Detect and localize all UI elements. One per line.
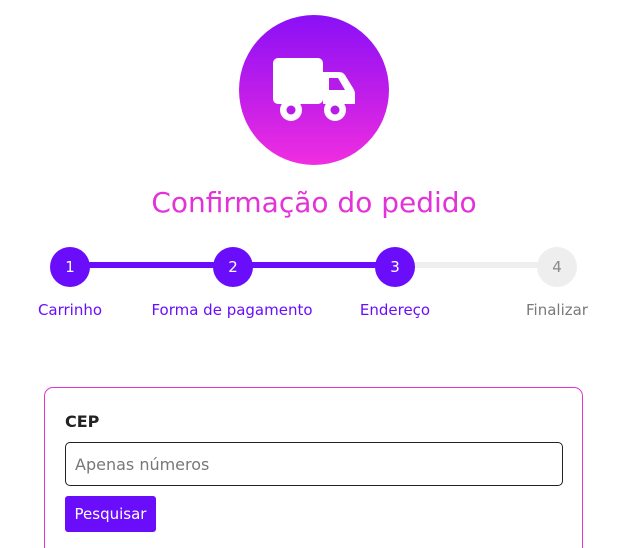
address-form-card: CEP Pesquisar	[44, 387, 583, 548]
step-3-circle[interactable]: 3	[375, 247, 415, 287]
cep-input[interactable]	[65, 442, 563, 486]
page-title: Confirmação do pedido	[151, 186, 477, 219]
step-2-label: Forma de pagamento	[151, 301, 313, 319]
step-4-circle[interactable]: 4	[537, 247, 577, 287]
hero-badge	[239, 15, 389, 165]
progress-track-1-2	[70, 262, 233, 268]
step-1-circle[interactable]: 1	[50, 247, 90, 287]
step-4-label: Finalizar	[526, 301, 588, 319]
step-2-circle[interactable]: 2	[213, 247, 253, 287]
checkout-page: Confirmação do pedido 1 2 3 4 Carrinho F…	[0, 0, 628, 548]
step-1-label: Carrinho	[37, 301, 103, 319]
step-3-label: Endereço	[359, 301, 431, 319]
truck-icon	[273, 58, 355, 121]
cep-label: CEP	[65, 412, 100, 431]
progress-track-3-4	[395, 262, 557, 268]
progress-track-2-3	[233, 262, 395, 268]
search-button[interactable]: Pesquisar	[65, 496, 156, 532]
